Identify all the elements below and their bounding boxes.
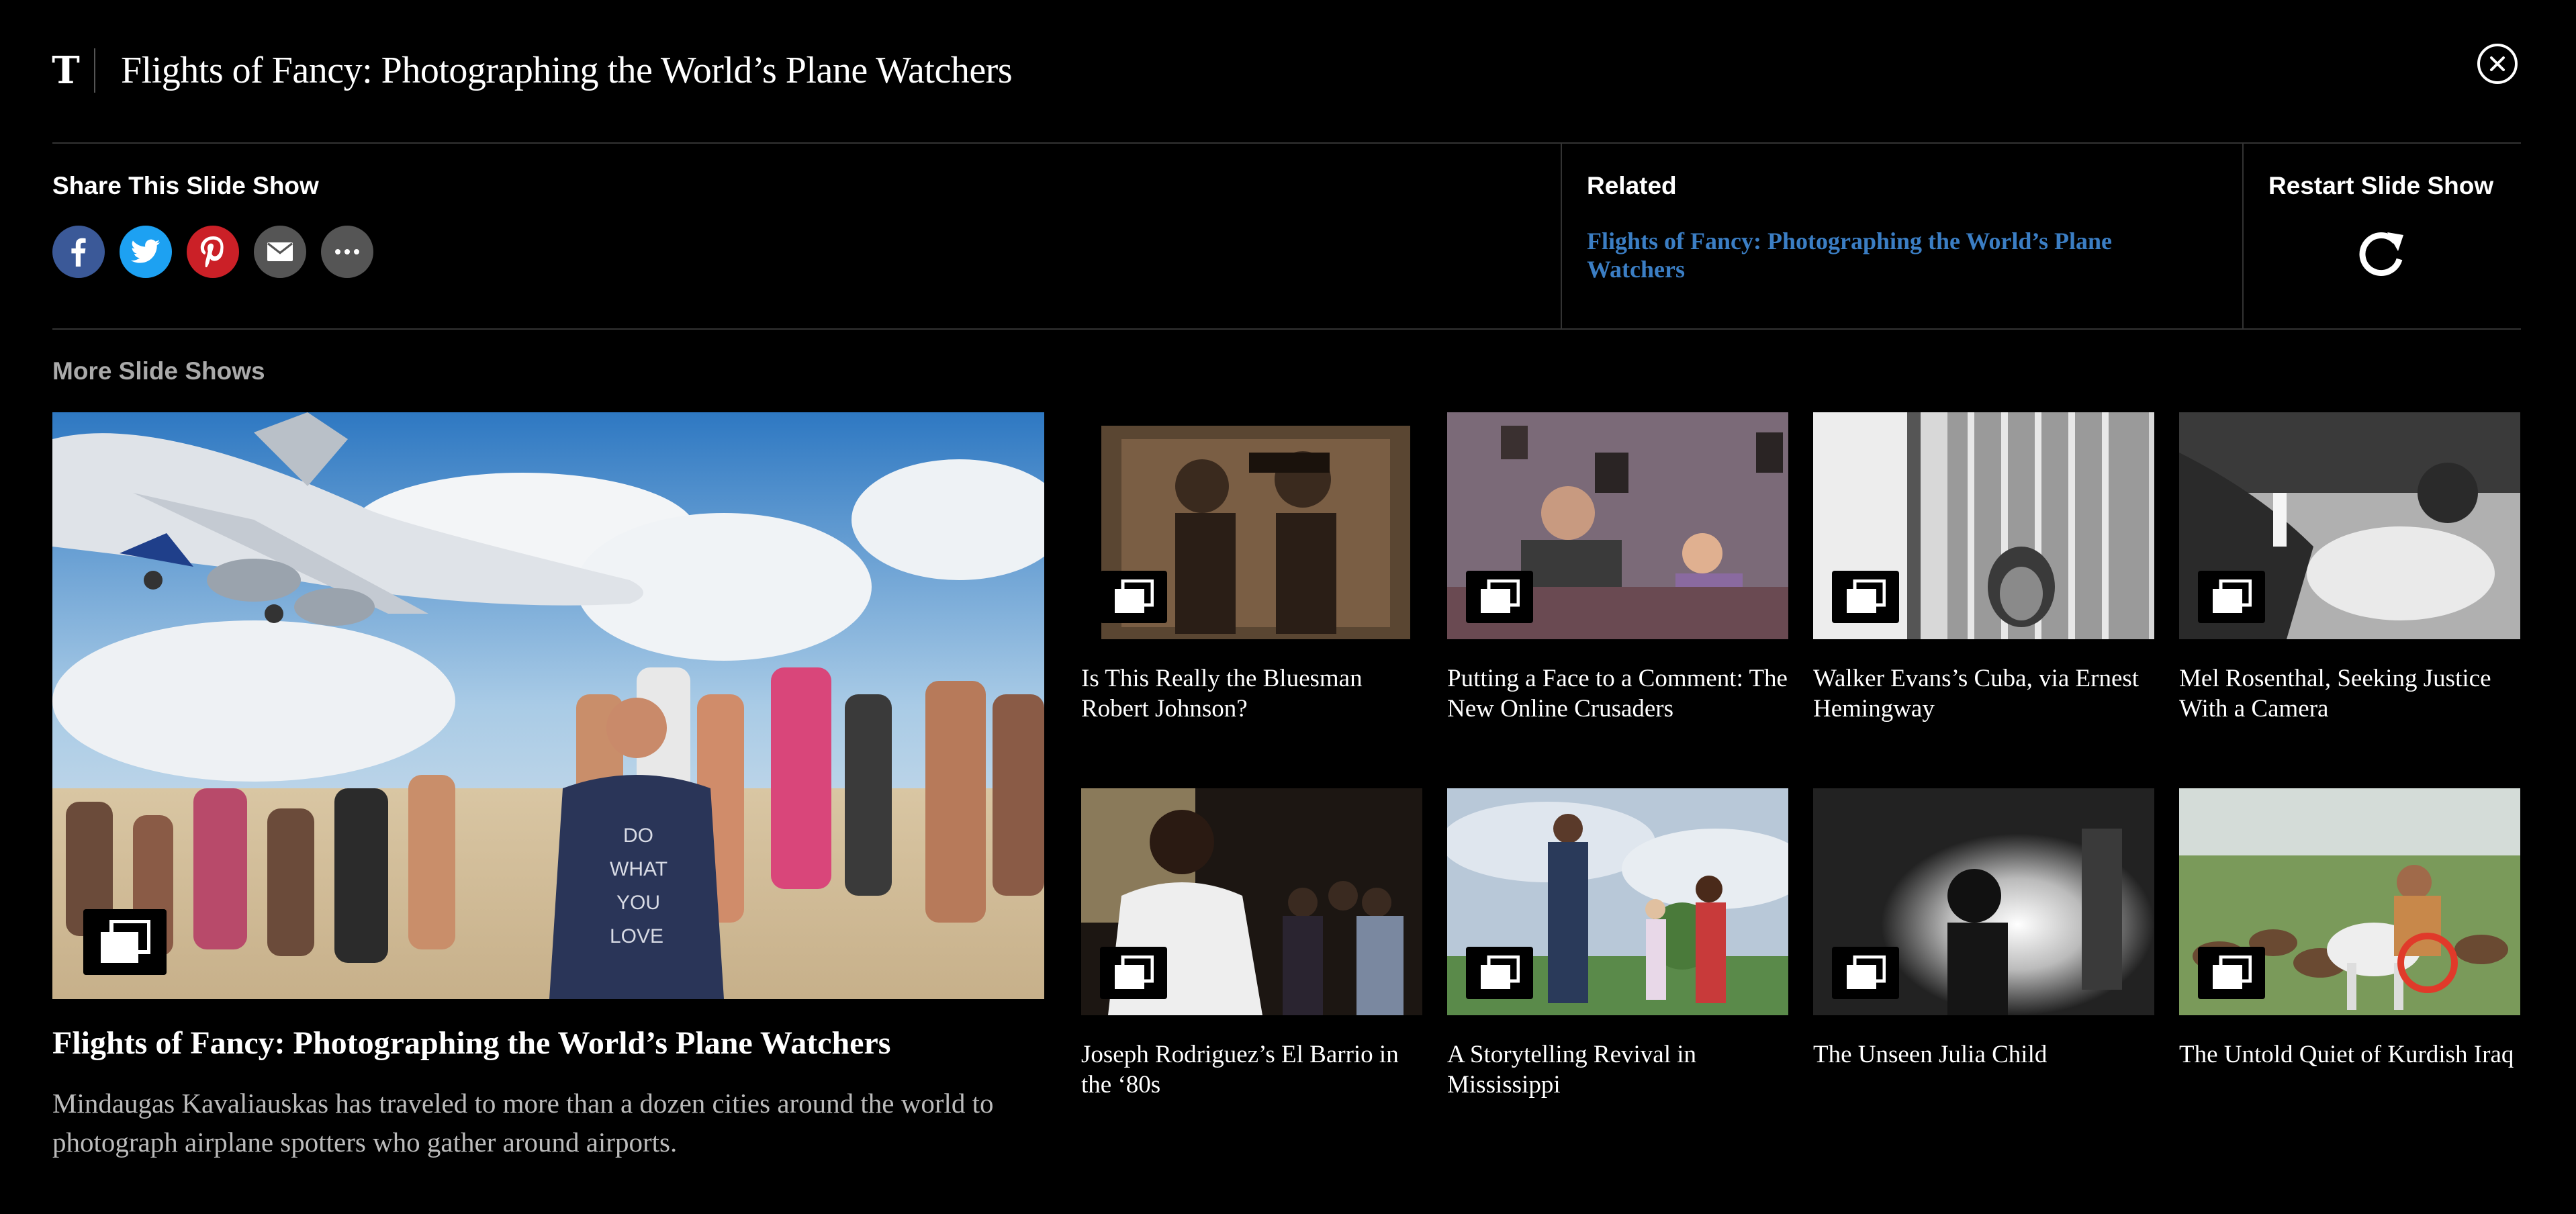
slideshow-tile[interactable]: Joseph Rodriguez’s El Barrio in the ‘80s — [1081, 788, 1422, 1100]
svg-text:WHAT: WHAT — [610, 858, 668, 880]
close-icon — [2490, 56, 2505, 71]
twitter-button[interactable] — [120, 226, 172, 278]
tile-image — [1813, 788, 2154, 1015]
more-button[interactable] — [321, 226, 373, 278]
slideshow-tile[interactable]: Mel Rosenthal, Seeking Justice With a Ca… — [2179, 412, 2520, 724]
facebook-icon — [71, 238, 86, 267]
slideshow-icon — [1847, 579, 1886, 613]
slideshow-tile[interactable]: The Untold Quiet of Kurdish Iraq — [2179, 788, 2520, 1070]
header-divider — [94, 48, 95, 93]
slideshow-icon — [101, 920, 150, 963]
featured-image[interactable]: DO WHAT YOU LOVE — [52, 412, 1044, 999]
tile-caption: Walker Evans’s Cuba, via Ernest Hemingwa… — [1813, 665, 2140, 722]
tile-image — [1081, 788, 1422, 1015]
slideshow-tile[interactable]: Is This Really the Bluesman Robert Johns… — [1081, 412, 1422, 724]
share-icons — [52, 226, 373, 278]
svg-text:LOVE: LOVE — [610, 925, 663, 947]
restart-label: Restart Slide Show — [2268, 172, 2494, 199]
restart-icon — [2359, 232, 2403, 276]
svg-text:DO: DO — [623, 825, 653, 847]
divider — [52, 328, 2521, 330]
more-icon — [335, 249, 359, 254]
related-link[interactable]: Flights of Fancy: Photographing the Worl… — [1587, 227, 2164, 283]
divider — [2242, 144, 2244, 329]
slideshow-icon — [2213, 955, 2252, 989]
tile-image — [1447, 788, 1788, 1015]
header: T Flights of Fancy: Photographing the Wo… — [52, 42, 1013, 99]
pinterest-button[interactable] — [187, 226, 239, 278]
page-title: Flights of Fancy: Photographing the Worl… — [121, 50, 1013, 91]
slideshow-badge — [1100, 947, 1167, 999]
slideshow-icon — [1115, 579, 1154, 613]
tile-caption: Joseph Rodriguez’s El Barrio in the ‘80s — [1081, 1041, 1399, 1099]
divider — [1561, 144, 1562, 329]
svg-text:YOU: YOU — [616, 892, 660, 914]
slideshow-icon — [1115, 955, 1154, 989]
slideshow-icon — [1481, 955, 1520, 989]
email-icon — [267, 242, 293, 261]
more-slideshows-label: More Slide Shows — [52, 357, 265, 385]
slideshow-badge — [1832, 571, 1899, 623]
tile-image — [1447, 412, 1788, 639]
featured-title[interactable]: Flights of Fancy: Photographing the Worl… — [52, 1025, 890, 1062]
related-label: Related — [1587, 172, 1677, 199]
slideshow-badge — [83, 909, 167, 975]
tile-caption: The Untold Quiet of Kurdish Iraq — [2179, 1041, 2514, 1068]
tile-caption: The Unseen Julia Child — [1813, 1041, 2048, 1068]
close-button[interactable] — [2477, 44, 2518, 84]
email-button[interactable] — [254, 226, 306, 278]
tile-caption: A Storytelling Revival in Mississippi — [1447, 1041, 1697, 1099]
slideshow-badge — [1832, 947, 1899, 999]
facebook-button[interactable] — [52, 226, 105, 278]
featured-description: Mindaugas Kavaliauskas has traveled to m… — [52, 1088, 994, 1158]
featured-photo: DO WHAT YOU LOVE — [52, 412, 1044, 999]
tile-caption: Putting a Face to a Comment: The New Onl… — [1447, 665, 1788, 722]
tile-image — [2179, 412, 2520, 639]
twitter-icon — [131, 239, 160, 263]
slideshow-badge — [1466, 947, 1533, 999]
slideshow-badge — [1100, 571, 1167, 623]
divider — [52, 142, 2521, 144]
slideshow-badge — [2198, 947, 2265, 999]
slideshow-tile[interactable]: Putting a Face to a Comment: The New Onl… — [1447, 412, 1788, 724]
slideshow-tile[interactable]: Walker Evans’s Cuba, via Ernest Hemingwa… — [1813, 412, 2154, 724]
tile-caption: Mel Rosenthal, Seeking Justice With a Ca… — [2179, 665, 2491, 722]
slideshow-badge — [1466, 571, 1533, 623]
tile-image — [2179, 788, 2520, 1015]
pinterest-icon — [200, 236, 224, 267]
slideshow-tile[interactable]: The Unseen Julia Child — [1813, 788, 2154, 1070]
tile-caption: Is This Really the Bluesman Robert Johns… — [1081, 665, 1363, 722]
slideshow-tile[interactable]: A Storytelling Revival in Mississippi — [1447, 788, 1788, 1100]
slideshow-icon — [1481, 579, 1520, 613]
tile-image — [1813, 412, 2154, 639]
slideshow-icon — [1847, 955, 1886, 989]
restart-button[interactable] — [2354, 226, 2410, 282]
tile-image — [1081, 412, 1422, 639]
slideshow-badge — [2198, 571, 2265, 623]
share-label: Share This Slide Show — [52, 172, 319, 199]
slideshow-icon — [2213, 579, 2252, 613]
nyt-logo[interactable]: T — [52, 50, 80, 91]
